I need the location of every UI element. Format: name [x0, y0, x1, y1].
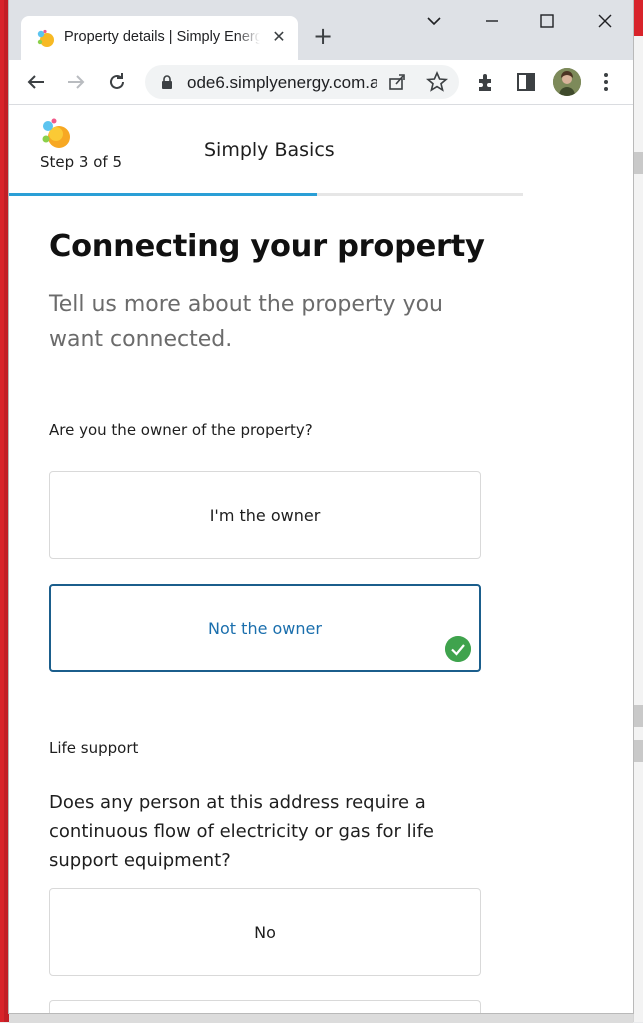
profile-avatar[interactable]: [553, 68, 581, 96]
url-text[interactable]: ode6.simplyenergy.com.au: [187, 73, 377, 93]
life-support-heading: Life support: [49, 739, 139, 757]
tab-close-icon[interactable]: ✕: [269, 27, 289, 47]
extensions-icon[interactable]: [474, 70, 498, 94]
browser-window: Property details | Simply Energy ✕ + ode…: [9, 0, 633, 1013]
title-bar: Property details | Simply Energy ✕ +: [9, 0, 633, 60]
life-support-question: Does any person at this address require …: [49, 792, 434, 871]
simply-energy-favicon: [37, 29, 54, 47]
minimize-icon[interactable]: [479, 8, 505, 34]
page-subtitle: Tell us more about the property you want…: [49, 292, 443, 352]
page-content: Step 3 of 5 Simply Basics Connecting you…: [9, 105, 633, 1013]
tab-title: Property details | Simply Energy: [64, 29, 260, 45]
close-window-icon[interactable]: [592, 8, 618, 34]
option-im-the-owner[interactable]: I'm the owner: [49, 471, 481, 559]
desktop-background: [0, 0, 9, 1022]
forward-icon[interactable]: [64, 70, 88, 94]
option-not-the-owner[interactable]: Not the owner: [49, 584, 481, 672]
step-indicator: Step 3 of 5: [40, 153, 123, 171]
browser-toolbar: ode6.simplyenergy.com.au: [9, 60, 633, 105]
tab-search-icon[interactable]: [421, 8, 447, 34]
simply-energy-logo: [42, 118, 70, 148]
address-bar[interactable]: ode6.simplyenergy.com.au: [145, 65, 459, 99]
avatar-icon: [553, 68, 581, 96]
option-no[interactable]: No: [49, 888, 481, 976]
progress-fill: [9, 193, 317, 196]
share-icon[interactable]: [385, 70, 409, 94]
selected-check-icon: [445, 636, 471, 662]
owner-question: Are you the owner of the property?: [49, 421, 313, 439]
new-tab-button[interactable]: +: [311, 24, 335, 48]
maximize-icon[interactable]: [534, 8, 560, 34]
option-label: Not the owner: [208, 618, 322, 638]
back-icon[interactable]: [24, 70, 48, 94]
side-panel-icon[interactable]: [514, 70, 538, 94]
option-label: I'm the owner: [209, 505, 321, 525]
plan-name: Simply Basics: [204, 139, 335, 161]
lock-icon[interactable]: [161, 75, 173, 89]
reload-icon[interactable]: [105, 70, 129, 94]
background-app-window: [633, 0, 643, 1022]
option-label: No: [254, 922, 276, 942]
menu-icon[interactable]: [594, 70, 618, 94]
browser-tab[interactable]: Property details | Simply Energy ✕: [21, 16, 298, 60]
option-partial[interactable]: [49, 1000, 481, 1013]
page-title: Connecting your property: [49, 229, 485, 264]
star-icon[interactable]: [425, 70, 449, 94]
